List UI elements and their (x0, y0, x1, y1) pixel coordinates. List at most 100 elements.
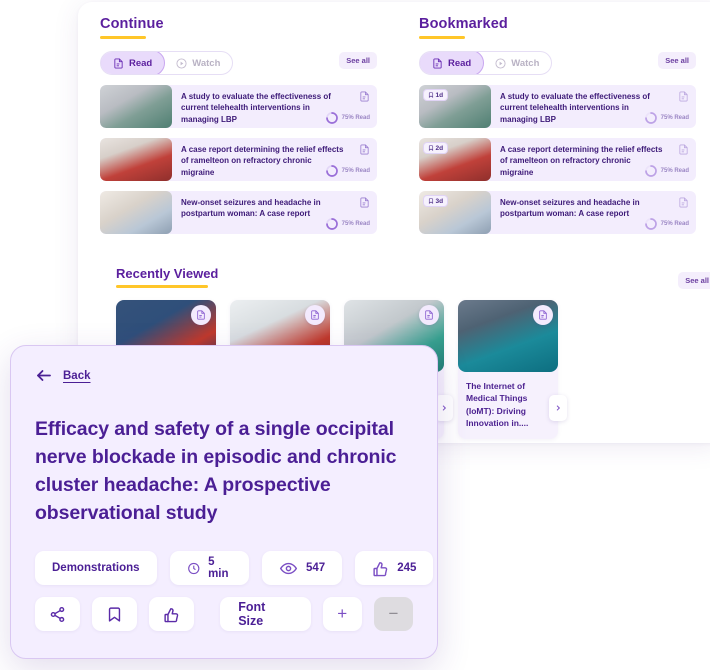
progress-label: 75% Read (341, 221, 370, 227)
play-circle-icon (176, 57, 187, 69)
font-size-label: Font Size (220, 597, 311, 632)
document-icon (678, 144, 689, 155)
document-icon (359, 144, 370, 155)
card-title: The Internet of Medical Things (IoMT): D… (466, 381, 529, 428)
badge-label: 2d (435, 144, 444, 152)
document-icon (191, 305, 211, 325)
section-underline (116, 285, 208, 288)
bookmark-icon (428, 92, 433, 98)
font-size-decrease-button[interactable]: − (373, 597, 413, 632)
category-label: Demonstrations (52, 562, 140, 575)
list-item[interactable]: 2d A case report determining the relief … (419, 138, 696, 181)
bookmark-age-badge: 2d (423, 142, 448, 154)
thumbs-up-icon (164, 607, 179, 623)
list-item[interactable]: A study to evaluate the effectiveness of… (100, 85, 377, 128)
document-icon (113, 57, 124, 69)
progress-label: 75% Read (341, 115, 370, 121)
read-progress: 75% Read (644, 112, 689, 124)
category-chip[interactable]: Demonstrations (35, 551, 157, 586)
article-body: A case report determining the relief eff… (491, 138, 696, 181)
see-all-continue[interactable]: See all (339, 52, 377, 69)
bookmark-age-badge: 3d (423, 195, 448, 207)
back-navigation[interactable]: Back (35, 368, 413, 383)
continue-toggle-row: Read Watch See all (100, 51, 377, 75)
list-item[interactable]: The Internet of Medical Things (IoMT): D… (458, 300, 567, 440)
page-title: Efficacy and safety of a single occipita… (35, 418, 397, 525)
progress-ring-icon (325, 218, 338, 230)
progress-ring-icon (644, 218, 657, 230)
article-action-row: Font Size + − (35, 597, 413, 632)
read-progress: 75% Read (325, 218, 370, 230)
views-count: 547 (306, 562, 326, 575)
see-all-bookmarked[interactable]: See all (658, 52, 696, 69)
document-icon (533, 305, 553, 325)
views-chip: 547 (262, 551, 343, 586)
article-body: A study to evaluate the effectiveness of… (491, 85, 696, 128)
arrow-left-icon (35, 368, 53, 383)
document-icon (678, 91, 689, 102)
chevron-right-icon (556, 405, 561, 411)
section-title-recently-viewed: Recently Viewed (116, 266, 219, 281)
toggle-read-continue[interactable]: Read (101, 52, 166, 74)
play-circle-icon (495, 57, 506, 69)
article-thumbnail (100, 138, 172, 181)
bookmark-age-badge: 1d (423, 89, 448, 101)
progress-ring-icon (644, 112, 657, 124)
document-icon (432, 57, 443, 69)
read-progress: 75% Read (644, 218, 689, 230)
article-body: A study to evaluate the effectiveness of… (172, 85, 377, 128)
article-thumbnail: 2d (419, 138, 491, 181)
back-button-label[interactable]: Back (63, 370, 91, 382)
see-all-recently-viewed[interactable]: See all (678, 272, 710, 289)
clock-icon (187, 562, 199, 574)
share-button[interactable] (35, 597, 81, 632)
duration-chip: 5 min (169, 551, 249, 586)
chevron-right-icon (442, 405, 447, 411)
read-progress: 75% Read (325, 165, 370, 177)
font-size-increase-button[interactable]: + (322, 597, 362, 632)
read-progress: 75% Read (644, 165, 689, 177)
bookmark-icon (428, 198, 433, 204)
article-detail-overlay: Back Efficacy and safety of a single occ… (10, 345, 438, 659)
progress-ring-icon (644, 165, 657, 177)
article-thumbnail: 3d (419, 191, 491, 234)
list-item[interactable]: 1d A study to evaluate the effectiveness… (419, 85, 696, 128)
card-thumbnail (458, 300, 558, 372)
toggle-read-bookmarked[interactable]: Read (420, 52, 485, 74)
progress-ring-icon (325, 165, 338, 177)
continue-article-list: A study to evaluate the effectiveness of… (100, 85, 377, 234)
article-thumbnail (100, 191, 172, 234)
section-underline (419, 36, 465, 39)
section-underline (100, 36, 146, 39)
list-item[interactable]: A case report determining the relief eff… (100, 138, 377, 181)
document-icon (359, 197, 370, 208)
document-icon (305, 305, 325, 325)
screen-root: Continue Read Watch See all A study to e… (0, 0, 710, 670)
likes-count: 245 (397, 562, 417, 575)
duration-label: 5 min (208, 556, 229, 581)
section-title-continue: Continue (100, 16, 164, 32)
section-continue: Continue Read Watch See all A study to e… (100, 16, 377, 234)
toggle-watch-continue[interactable]: Watch (164, 52, 232, 74)
article-thumbnail (100, 85, 172, 128)
bookmarked-toggle-row: Read Watch See all (419, 51, 696, 75)
article-body: New-onset seizures and headache in postp… (491, 191, 696, 234)
list-item[interactable]: 3d New-onset seizures and headache in po… (419, 191, 696, 234)
like-button[interactable] (149, 597, 195, 632)
read-watch-toggle[interactable]: Read Watch (419, 51, 553, 75)
eye-icon (279, 562, 298, 574)
bookmarked-article-list: 1d A study to evaluate the effectiveness… (419, 85, 696, 234)
progress-label: 75% Read (660, 115, 689, 121)
thumbs-up-icon (373, 561, 388, 577)
progress-label: 75% Read (660, 221, 689, 227)
read-watch-toggle[interactable]: Read Watch (100, 51, 234, 75)
bookmark-button[interactable] (92, 597, 138, 632)
article-body: A case report determining the relief eff… (172, 138, 377, 181)
card-next-arrow[interactable] (549, 395, 567, 421)
article-thumbnail: 1d (419, 85, 491, 128)
document-icon (359, 91, 370, 102)
list-item[interactable]: New-onset seizures and headache in postp… (100, 191, 377, 234)
toggle-read-label: Read (448, 57, 472, 69)
toggle-watch-bookmarked[interactable]: Watch (483, 52, 551, 74)
document-icon (678, 197, 689, 208)
